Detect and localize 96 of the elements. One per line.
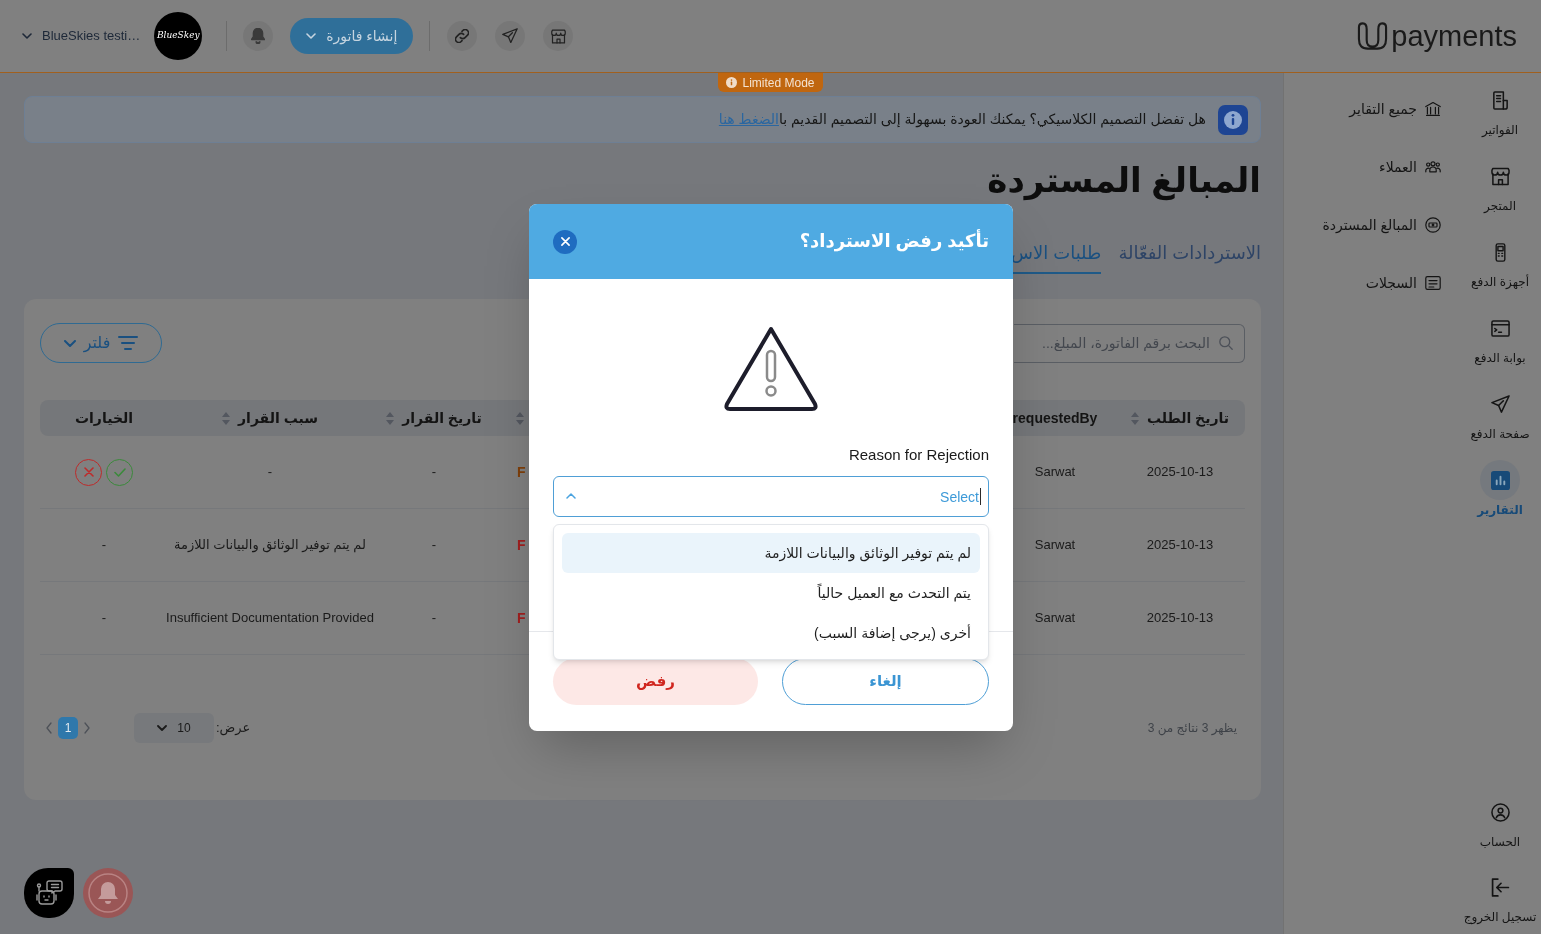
- submenu-item[interactable]: العملاء: [1284, 155, 1441, 179]
- page-button[interactable]: 1: [58, 717, 78, 739]
- chatbot-button[interactable]: [24, 868, 74, 918]
- browser-terminal-icon: [1490, 318, 1510, 338]
- people-icon: [1425, 159, 1441, 175]
- sidebar-item[interactable]: صفحة الدفع: [1470, 384, 1530, 442]
- company-logo: BlueSkey: [154, 12, 203, 60]
- chevron-down-icon: [63, 339, 76, 347]
- list-icon: [1425, 275, 1441, 291]
- page-size-label: عرض:: [216, 719, 251, 738]
- paper-plane-icon: [502, 28, 519, 44]
- search-icon: [1219, 335, 1233, 350]
- chevron-down-icon: [157, 725, 168, 731]
- close-icon: [560, 237, 570, 246]
- reject-button[interactable]: رفض: [553, 658, 758, 705]
- filter-lines-icon: [118, 336, 139, 350]
- status-text: F: [517, 462, 526, 482]
- chevron-down-icon: [306, 33, 317, 39]
- chevron-left-icon[interactable]: [46, 722, 52, 734]
- page-title: المبالغ المستردة: [986, 160, 1261, 202]
- close-icon: [83, 467, 94, 477]
- info-icon: [726, 77, 738, 88]
- chevron-down-icon: [22, 33, 32, 39]
- bell-icon: [251, 28, 266, 44]
- page-size-select[interactable]: 10: [134, 713, 214, 743]
- dropdown-option[interactable]: لم يتم توفير الوثائق والبيانات اللازمة: [562, 533, 980, 573]
- table-cell-text: Insufficient Documentation Provided: [166, 609, 374, 628]
- bell-icon: [88, 873, 128, 913]
- brand-name: payments: [1391, 20, 1517, 52]
- close-button[interactable]: [553, 229, 577, 254]
- bank-icon: [1425, 101, 1441, 117]
- column-header: سبب القرار: [238, 408, 318, 429]
- results-summary: يظهر 3 نتائج من 3: [1147, 720, 1237, 737]
- status-text: F: [517, 608, 526, 628]
- sidebar-item[interactable]: الفواتير: [1470, 80, 1530, 138]
- submenu-item[interactable]: جميع التقاير: [1284, 97, 1441, 121]
- account-switcher[interactable]: BlueSkies testi…: [22, 26, 141, 46]
- table-cell-text: -: [101, 536, 107, 555]
- table-cell-text: 2025-10-13: [1146, 609, 1214, 628]
- link-icon: [455, 29, 470, 43]
- sidebar-item[interactable]: المتجر: [1470, 156, 1530, 214]
- sort-icon[interactable]: [386, 411, 395, 425]
- reason-select[interactable]: Select: [553, 476, 989, 517]
- logout-icon: [1490, 877, 1510, 897]
- notification-bell-button[interactable]: [83, 868, 133, 918]
- field-label: Reason for Rejection: [847, 446, 989, 464]
- table-cell-text: -: [431, 463, 437, 482]
- table-cell-text: Sarwat: [1034, 609, 1076, 628]
- submenu-item[interactable]: المبالغ المستردة: [1284, 213, 1441, 237]
- dialog-title: تأكيد رفض الاسترداد؟: [799, 228, 989, 254]
- table-cell-text: -: [431, 536, 437, 555]
- submenu-item[interactable]: السجلات: [1284, 271, 1441, 295]
- paper-plane-icon: [1490, 394, 1510, 414]
- banner-message: هل تفضل التصميم الكلاسيكي؟ يمكنك العودة بسهولة إلى التصميم القديم باالضغط هنا: [718, 110, 1206, 130]
- column-header: requestedBy: [1012, 408, 1098, 428]
- table-cell-text: -: [431, 609, 437, 628]
- info-icon: [1218, 104, 1248, 135]
- table-cell-text: 2025-10-13: [1146, 536, 1214, 555]
- create-invoice-button[interactable]: إنشاء فاتورة: [290, 18, 414, 54]
- bar-chart-icon: [1490, 470, 1510, 490]
- text-cursor-icon: [980, 488, 981, 505]
- logo-mark-icon: [1357, 22, 1389, 50]
- column-header: تاريخ الطلب: [1147, 408, 1230, 429]
- sort-icon[interactable]: [516, 411, 524, 425]
- robot-icon: [35, 880, 63, 906]
- table-cell-text: لم يتم توفير الوثائق والبيانات اللازمة: [174, 536, 366, 555]
- sort-icon[interactable]: [1131, 411, 1139, 425]
- limited-mode-badge: Limited Mode: [718, 73, 823, 92]
- sidebar-item[interactable]: أجهزة الدفع: [1470, 232, 1530, 290]
- warning-icon: [723, 325, 819, 411]
- sidebar-item[interactable]: الحساب: [1463, 792, 1537, 850]
- sidebar-item[interactable]: تسجيل الخروج: [1463, 867, 1537, 925]
- status-text: F: [517, 535, 526, 555]
- user-circle-icon: [1490, 802, 1510, 822]
- store-button[interactable]: [543, 21, 574, 51]
- send-button[interactable]: [495, 21, 526, 51]
- table-cell-text: Sarwat: [1034, 463, 1076, 482]
- column-header: الخيارات: [75, 408, 134, 428]
- check-icon: [113, 467, 126, 477]
- table-cell-text: -: [101, 609, 107, 628]
- table-cell-text: Sarwat: [1034, 536, 1076, 555]
- link-button[interactable]: [447, 21, 478, 51]
- table-cell-text: 2025-10-13: [1146, 463, 1214, 482]
- store-icon: [1490, 166, 1510, 186]
- store-icon: [550, 28, 566, 44]
- cancel-button[interactable]: إلغاء: [782, 658, 989, 705]
- sidebar-item[interactable]: بوابة الدفع: [1470, 308, 1530, 366]
- notifications-button[interactable]: [243, 21, 274, 51]
- document-icon: [1490, 90, 1510, 110]
- chevron-right-icon[interactable]: [84, 722, 90, 734]
- banknote-circle-icon: [1425, 217, 1441, 233]
- search-field[interactable]: البحث برقم الفاتورة، المبلغ...: [1014, 323, 1245, 363]
- sort-icon[interactable]: [222, 411, 231, 425]
- chevron-up-icon: [566, 493, 576, 499]
- table-cell-text: -: [267, 463, 273, 482]
- column-header: تاريخ القرار: [402, 408, 482, 429]
